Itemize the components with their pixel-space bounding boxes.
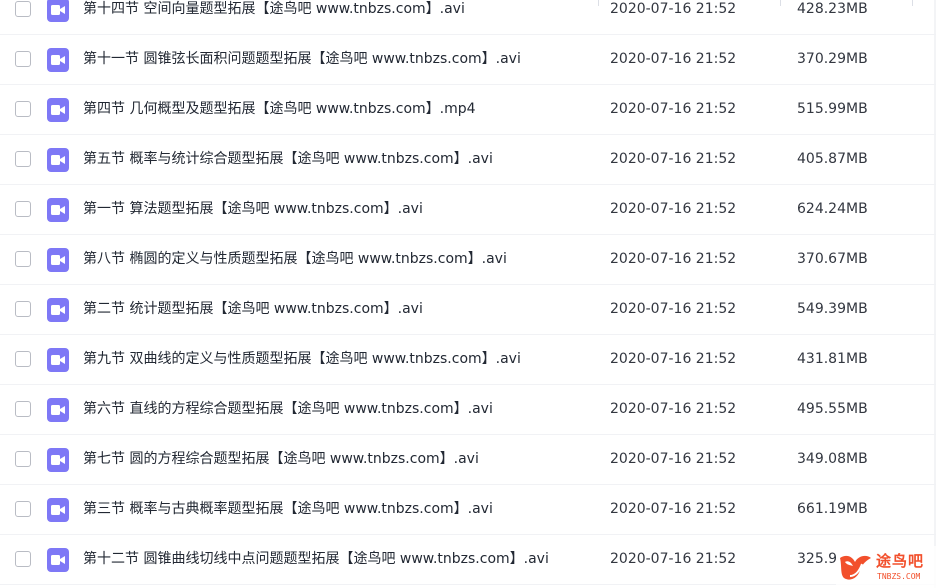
file-date: 2020-07-16 21:52 xyxy=(610,401,737,417)
file-size: 515.99MB xyxy=(797,101,868,117)
row-checkbox[interactable] xyxy=(15,101,31,117)
row-checkbox[interactable] xyxy=(15,501,31,517)
file-size: 349.08MB xyxy=(797,451,868,467)
file-row[interactable]: 第十四节 空间向量题型拓展【途鸟吧 www.tnbzs.com】.avi 2020… xyxy=(0,0,936,35)
file-name[interactable]: 第八节 椭圆的定义与性质题型拓展【途鸟吧 www.tnbzs.com】.avi xyxy=(83,249,507,269)
file-name[interactable]: 第十四节 空间向量题型拓展【途鸟吧 www.tnbzs.com】.avi xyxy=(83,0,465,19)
file-size: 405.87MB xyxy=(797,151,868,167)
row-checkbox[interactable] xyxy=(15,51,31,67)
file-size: 370.29MB xyxy=(797,51,868,67)
file-name[interactable]: 第九节 双曲线的定义与性质题型拓展【途鸟吧 www.tnbzs.com】.avi xyxy=(83,349,521,369)
file-date: 2020-07-16 21:52 xyxy=(610,251,737,267)
file-size: 661.19MB xyxy=(797,501,868,517)
video-file-icon xyxy=(47,498,69,522)
watermark-subtext: TNBZS.COM xyxy=(877,572,921,581)
file-date: 2020-07-16 21:52 xyxy=(610,551,737,567)
file-name[interactable]: 第六节 直线的方程综合题型拓展【途鸟吧 www.tnbzs.com】.avi xyxy=(83,399,493,419)
file-date: 2020-07-16 21:52 xyxy=(610,451,737,467)
file-row[interactable]: 第七节 圆的方程综合题型拓展【途鸟吧 www.tnbzs.com】.avi 202… xyxy=(0,435,936,485)
file-row[interactable]: 第十二节 圆锥曲线切线中点问题题型拓展【途鸟吧 www.tnbzs.com】.a… xyxy=(0,535,936,585)
file-row[interactable]: 第五节 概率与统计综合题型拓展【途鸟吧 www.tnbzs.com】.avi 20… xyxy=(0,135,936,185)
file-row[interactable]: 第一节 算法题型拓展【途鸟吧 www.tnbzs.com】.avi 2020-07… xyxy=(0,185,936,235)
row-checkbox[interactable] xyxy=(15,401,31,417)
file-name[interactable]: 第一节 算法题型拓展【途鸟吧 www.tnbzs.com】.avi xyxy=(83,199,423,219)
video-file-icon xyxy=(47,398,69,422)
video-file-icon xyxy=(47,198,69,222)
video-file-icon xyxy=(47,0,69,22)
file-name[interactable]: 第三节 概率与古典概率题型拓展【途鸟吧 www.tnbzs.com】.avi xyxy=(83,499,493,519)
file-size: 495.55MB xyxy=(797,401,868,417)
file-row[interactable]: 第三节 概率与古典概率题型拓展【途鸟吧 www.tnbzs.com】.avi 20… xyxy=(0,485,936,535)
file-name[interactable]: 第五节 概率与统计综合题型拓展【途鸟吧 www.tnbzs.com】.avi xyxy=(83,149,493,169)
file-row[interactable]: 第四节 几何概型及题型拓展【途鸟吧 www.tnbzs.com】.mp4 2020… xyxy=(0,85,936,135)
file-size: 428.23MB xyxy=(797,1,868,17)
watermark-text: 途鸟吧 xyxy=(876,552,925,570)
video-file-icon xyxy=(47,448,69,472)
file-date: 2020-07-16 21:52 xyxy=(610,51,737,67)
file-name[interactable]: 第七节 圆的方程综合题型拓展【途鸟吧 www.tnbzs.com】.avi xyxy=(83,449,479,469)
row-checkbox[interactable] xyxy=(15,201,31,217)
row-checkbox[interactable] xyxy=(15,151,31,167)
file-size: 370.67MB xyxy=(797,251,868,267)
file-size: 325.9 xyxy=(797,551,838,567)
file-name[interactable]: 第四节 几何概型及题型拓展【途鸟吧 www.tnbzs.com】.mp4 xyxy=(83,99,476,119)
file-size: 431.81MB xyxy=(797,351,868,367)
file-date: 2020-07-16 21:52 xyxy=(610,201,737,217)
video-file-icon xyxy=(47,48,69,72)
file-size: 624.24MB xyxy=(797,201,868,217)
file-date: 2020-07-16 21:52 xyxy=(610,351,737,367)
video-file-icon xyxy=(47,548,69,572)
file-list: 第十四节 空间向量题型拓展【途鸟吧 www.tnbzs.com】.avi 2020… xyxy=(0,0,936,588)
file-row[interactable]: 第六节 直线的方程综合题型拓展【途鸟吧 www.tnbzs.com】.avi 20… xyxy=(0,385,936,435)
file-row[interactable]: 第二节 统计题型拓展【途鸟吧 www.tnbzs.com】.avi 2020-07… xyxy=(0,285,936,335)
video-file-icon xyxy=(47,298,69,322)
file-date: 2020-07-16 21:52 xyxy=(610,101,737,117)
file-row[interactable]: 第九节 双曲线的定义与性质题型拓展【途鸟吧 www.tnbzs.com】.avi… xyxy=(0,335,936,385)
file-date: 2020-07-16 21:52 xyxy=(610,151,737,167)
file-date: 2020-07-16 21:52 xyxy=(610,301,737,317)
row-checkbox[interactable] xyxy=(15,451,31,467)
file-date: 2020-07-16 21:52 xyxy=(610,501,737,517)
file-row[interactable]: 第十一节 圆锥弦长面积问题题型拓展【途鸟吧 www.tnbzs.com】.avi… xyxy=(0,35,936,85)
video-file-icon xyxy=(47,98,69,122)
video-file-icon xyxy=(47,348,69,372)
file-size: 549.39MB xyxy=(797,301,868,317)
row-checkbox[interactable] xyxy=(15,1,31,17)
row-checkbox[interactable] xyxy=(15,251,31,267)
bird-logo-icon xyxy=(840,555,871,580)
file-name[interactable]: 第十一节 圆锥弦长面积问题题型拓展【途鸟吧 www.tnbzs.com】.avi xyxy=(83,49,521,69)
watermark: 途鸟吧 TNBZS.COM xyxy=(836,546,936,588)
row-checkbox[interactable] xyxy=(15,351,31,367)
video-file-icon xyxy=(47,148,69,172)
video-file-icon xyxy=(47,248,69,272)
row-checkbox[interactable] xyxy=(15,301,31,317)
file-name[interactable]: 第二节 统计题型拓展【途鸟吧 www.tnbzs.com】.avi xyxy=(83,299,423,319)
file-row[interactable]: 第八节 椭圆的定义与性质题型拓展【途鸟吧 www.tnbzs.com】.avi 2… xyxy=(0,235,936,285)
file-date: 2020-07-16 21:52 xyxy=(610,1,737,17)
file-name[interactable]: 第十二节 圆锥曲线切线中点问题题型拓展【途鸟吧 www.tnbzs.com】.a… xyxy=(83,549,549,569)
row-checkbox[interactable] xyxy=(15,551,31,567)
